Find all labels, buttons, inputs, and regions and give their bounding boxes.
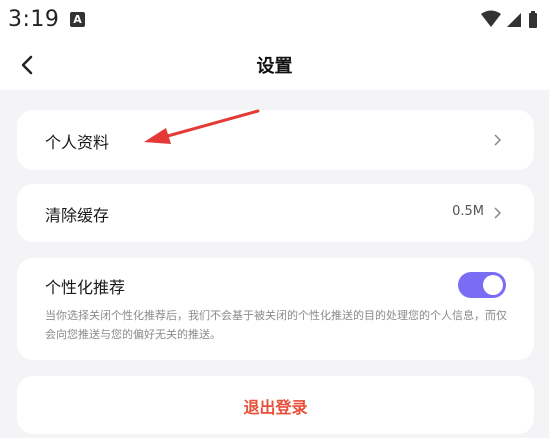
notification-icon: A bbox=[70, 12, 85, 27]
clear-cache-label: 清除缓存 bbox=[45, 206, 110, 225]
system-status-icons bbox=[481, 10, 537, 28]
logout-label: 退出登录 bbox=[243, 398, 308, 417]
clear-cache-row[interactable]: 清除缓存 0.5M bbox=[17, 184, 534, 242]
personalized-recommendation-card: 个性化推荐 当你选择关闭个性化推荐后，我们不会基于被关闭的个性化推送的目的处理您… bbox=[17, 258, 534, 360]
battery-icon bbox=[529, 13, 537, 28]
personalized-toggle[interactable] bbox=[458, 272, 506, 298]
top-bar: 设置 bbox=[0, 40, 549, 90]
chevron-right-icon bbox=[494, 207, 502, 219]
page-title: 设置 bbox=[256, 56, 293, 77]
personalized-description: 当你选择关闭个性化推荐后，我们不会基于被关闭的个性化推送的目的处理您的个人信息，… bbox=[45, 309, 507, 341]
personalized-label: 个性化推荐 bbox=[45, 278, 126, 297]
annotation-arrow-icon bbox=[144, 109, 260, 144]
logout-button[interactable]: 退出登录 bbox=[17, 376, 534, 434]
status-bar: 3:19 A bbox=[0, 0, 549, 40]
cache-size-value: 0.5M bbox=[452, 204, 484, 219]
signal-icon bbox=[507, 13, 521, 27]
profile-row[interactable]: 个人资料 bbox=[17, 110, 534, 170]
toggle-knob bbox=[483, 275, 503, 295]
profile-label: 个人资料 bbox=[45, 133, 110, 152]
chevron-right-icon bbox=[494, 134, 502, 146]
wifi-icon bbox=[481, 10, 501, 27]
status-time: 3:19 bbox=[8, 7, 60, 32]
